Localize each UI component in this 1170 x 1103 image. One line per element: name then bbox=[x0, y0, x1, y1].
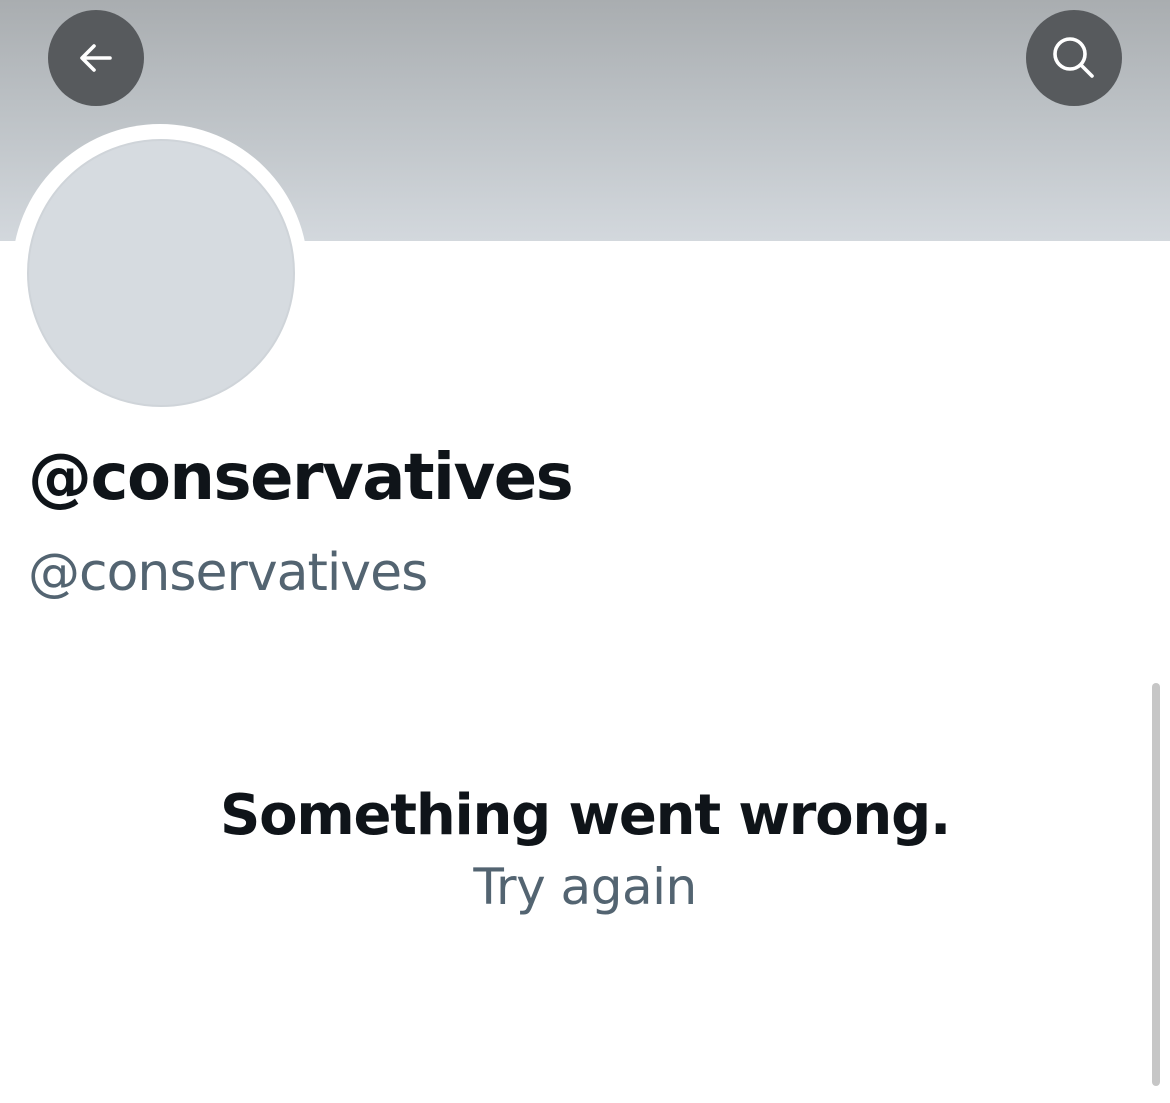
profile-screen: @conservatives @conservatives Something … bbox=[0, 0, 1170, 1103]
profile-display-name: @conservatives bbox=[28, 441, 574, 515]
back-button[interactable] bbox=[48, 10, 144, 106]
arrow-left-icon bbox=[80, 44, 112, 72]
error-message: Something went wrong. bbox=[219, 783, 951, 848]
search-button[interactable] bbox=[1026, 10, 1122, 106]
try-again-button[interactable]: Try again bbox=[0, 862, 1170, 912]
scrollbar[interactable] bbox=[1152, 683, 1160, 1086]
profile-handle: @conservatives bbox=[28, 543, 428, 603]
avatar[interactable] bbox=[27, 139, 295, 407]
search-icon bbox=[1053, 37, 1094, 78]
